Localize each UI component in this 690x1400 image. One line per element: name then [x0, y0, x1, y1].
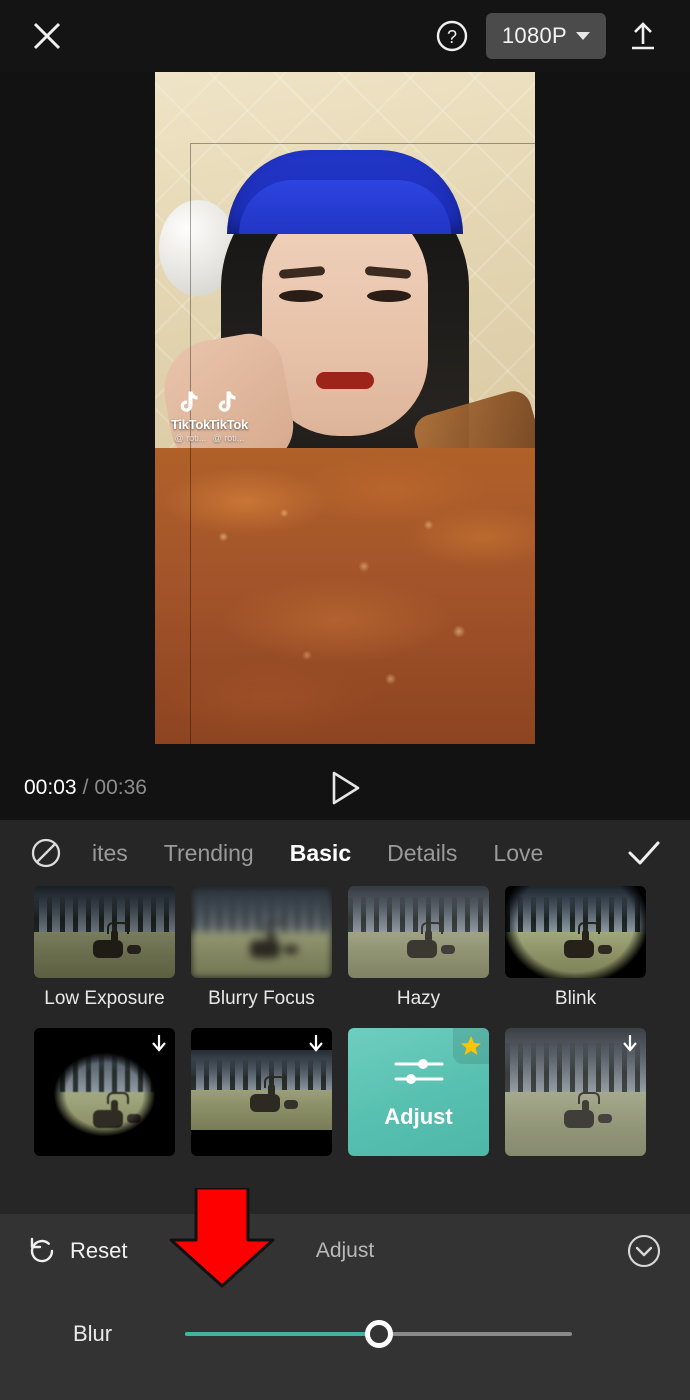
tiktok-note-icon — [217, 390, 239, 416]
filter-panel: ites Trending Basic Details Love Low Exp… — [0, 820, 690, 1214]
adjust-panel-title: Adjust — [315, 1239, 375, 1262]
tab-love[interactable]: Love — [475, 840, 561, 867]
reset-button[interactable]: Reset — [26, 1235, 127, 1267]
star-badge — [453, 1028, 489, 1064]
tab-details[interactable]: Details — [369, 840, 475, 867]
subject-lips-dup — [316, 372, 374, 389]
filter-item-letterbox[interactable] — [191, 1028, 332, 1156]
subject-eye-right-dup — [367, 290, 411, 302]
close-button[interactable] — [24, 13, 70, 59]
filter-item-scope[interactable] — [34, 1028, 175, 1156]
tiktok-brand-label: TikTok — [209, 417, 248, 432]
filter-thumbnail[interactable] — [505, 1028, 646, 1156]
top-bar: ? 1080P — [0, 0, 690, 72]
help-circle-icon: ? — [436, 20, 468, 52]
check-icon — [628, 841, 660, 865]
filter-item-hazy[interactable]: Hazy — [348, 886, 489, 1010]
adjust-tile[interactable]: Adjust — [348, 1028, 489, 1156]
tab-trending[interactable]: Trending — [146, 840, 272, 867]
filter-thumbnail[interactable] — [34, 886, 175, 978]
playback-transport-bar: 00:03 / 00:36 — [0, 756, 690, 820]
adjust-tile-label: Adjust — [384, 1104, 453, 1129]
deer-preview-image — [191, 1050, 332, 1130]
filter-label: Low Exposure — [44, 988, 165, 1009]
filter-row-2: Adjust — [0, 1028, 690, 1156]
download-arrow-icon[interactable] — [150, 1033, 168, 1053]
tiktok-note-icon — [179, 390, 201, 416]
close-x-icon — [33, 22, 61, 50]
help-button[interactable]: ? — [430, 14, 474, 58]
resolution-label: 1080P — [501, 23, 567, 48]
circle-slash-icon — [31, 838, 61, 868]
chevron-down-circle-icon — [627, 1234, 661, 1268]
deer-preview-image — [505, 886, 646, 978]
time-separator: / — [82, 776, 89, 799]
adjust-control-panel: Reset Adjust Blur — [0, 1214, 690, 1400]
deer-preview-image — [191, 886, 332, 978]
filter-label: Blurry Focus — [208, 988, 315, 1009]
octopus-dish-dup — [191, 448, 535, 744]
adjust-panel-header: Reset Adjust — [0, 1214, 690, 1288]
filter-label: Blink — [554, 988, 597, 1009]
tiktok-watermark-duplicate: TikTok @ roti... — [209, 390, 248, 443]
tab-basic[interactable]: Basic — [272, 840, 369, 867]
reset-label: Reset — [70, 1238, 128, 1263]
filter-label: Hazy — [396, 988, 441, 1009]
tiktok-user-label: @ roti... — [174, 433, 207, 443]
star-badge-icon — [461, 1036, 481, 1055]
download-arrow-icon[interactable] — [307, 1033, 325, 1053]
filter-category-tabs: ites Trending Basic Details Love — [0, 820, 690, 886]
filter-thumbnail[interactable] — [348, 886, 489, 978]
total-time-label: 00:36 — [94, 776, 147, 799]
video-layer-duplicate-1 — [191, 144, 535, 744]
slider-knob[interactable] — [364, 1320, 393, 1348]
filter-item-blurry-focus[interactable]: Blurry Focus — [191, 886, 332, 1010]
filter-row-1: Low Exposure Blurry Focus Hazy Blink — [0, 886, 690, 1010]
upload-export-icon — [632, 22, 654, 50]
filter-thumbnail[interactable] — [191, 1028, 332, 1156]
tiktok-user-label: @ roti... — [212, 433, 245, 443]
blur-slider-row: Blur — [0, 1288, 690, 1354]
chevron-down-icon — [576, 32, 590, 40]
reset-arrow-icon — [30, 1237, 54, 1263]
download-arrow-icon[interactable] — [621, 1033, 639, 1053]
play-triangle-icon — [332, 771, 360, 805]
tiktok-brand-label: TikTok — [171, 417, 210, 432]
filter-thumbnail[interactable] — [191, 886, 332, 978]
blur-slider-label: Blur — [72, 1321, 113, 1346]
filter-item-foggy[interactable] — [505, 1028, 646, 1156]
video-editor-app: ? 1080P TikTok @ roti... TikTok @ roti..… — [0, 0, 690, 1400]
current-time-label: 00:03 — [24, 776, 77, 799]
slider-fill — [185, 1332, 379, 1336]
subject-eye-left-dup — [279, 290, 323, 302]
filter-item-adjust[interactable]: Adjust — [348, 1028, 489, 1156]
confirm-button[interactable] — [616, 838, 672, 868]
svg-text:?: ? — [447, 27, 457, 47]
deer-preview-image — [34, 886, 175, 978]
resolution-dropdown[interactable]: 1080P — [485, 13, 606, 59]
filter-thumbnail[interactable] — [505, 886, 646, 978]
deer-preview-image — [348, 886, 489, 978]
export-button[interactable] — [620, 13, 666, 59]
blur-slider[interactable] — [185, 1314, 572, 1354]
filter-item-blink[interactable]: Blink — [505, 886, 646, 1010]
tiktok-watermark: TikTok @ roti... — [171, 390, 210, 443]
filter-item-low-exposure[interactable]: Low Exposure — [34, 886, 175, 1010]
video-preview-area[interactable]: TikTok @ roti... TikTok @ roti... — [0, 72, 690, 756]
tab-favorites[interactable]: ites — [74, 840, 146, 867]
play-button[interactable] — [319, 762, 371, 814]
no-filter-button[interactable] — [18, 836, 74, 870]
video-frame[interactable]: TikTok @ roti... TikTok @ roti... — [155, 72, 535, 744]
filter-thumbnail[interactable] — [34, 1028, 175, 1156]
sliders-icon — [394, 1059, 443, 1084]
collapse-panel-button[interactable] — [622, 1229, 666, 1273]
